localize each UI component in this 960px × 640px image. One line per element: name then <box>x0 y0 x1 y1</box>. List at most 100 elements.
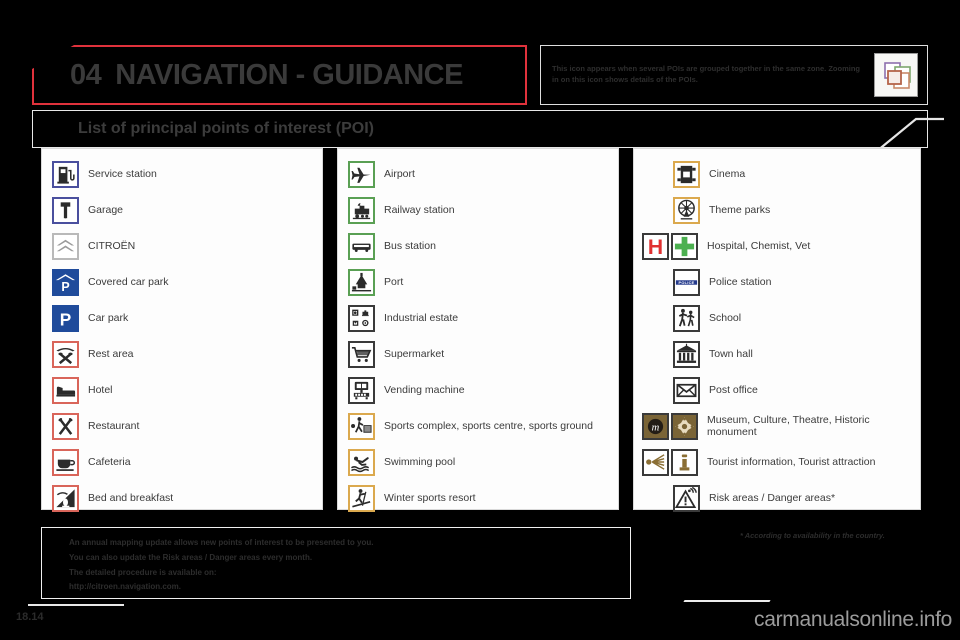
town-hall-icon <box>673 340 700 368</box>
poi-column-1: Service station Garage CITROËN P Covered car… <box>41 148 323 512</box>
grouped-poi-note: This icon appears when several POIs are … <box>540 45 928 105</box>
tourist-attraction-icon <box>642 448 669 476</box>
poi-list-1: Service station Garage CITROËN P Covered car… <box>42 149 322 516</box>
watermark: carmanualsonline.info <box>754 608 952 631</box>
historic-monument-icon <box>671 412 698 440</box>
poi-icon-group <box>642 448 698 476</box>
poi-icon-group: POLICE <box>673 268 700 296</box>
poi-icon-group <box>348 448 375 476</box>
risk-area-warning-icon <box>673 484 700 512</box>
footer-rule-right <box>683 600 771 602</box>
poi-label: Tourist information, Tourist attraction <box>707 455 876 468</box>
poi-icon-group <box>52 376 79 404</box>
poi-icon-group <box>348 412 375 440</box>
poi-label: Post office <box>709 383 758 396</box>
poi-icon-group <box>348 196 375 224</box>
poi-label: Railway station <box>384 203 455 216</box>
update-note-box: An annual mapping update allows new poin… <box>41 527 631 599</box>
poi-label: Cinema <box>709 167 746 180</box>
poi-icon-group <box>673 160 700 188</box>
poi-row: Winter sports resort <box>338 480 618 516</box>
poi-icon-group <box>673 340 700 368</box>
poi-icon-group <box>348 268 375 296</box>
poi-label: Industrial estate <box>384 311 459 324</box>
train-icon <box>348 196 375 224</box>
update-note-url[interactable]: http://citroen.navigation.com. <box>69 580 630 595</box>
poi-row: Tourist information, Tourist attraction <box>634 444 920 480</box>
industrial-estate-icon <box>348 304 375 332</box>
poi-label: Supermarket <box>384 347 445 360</box>
poi-label: Vending machine <box>384 383 465 396</box>
poi-icon-group <box>348 484 375 512</box>
svg-text:POLICE: POLICE <box>678 280 694 285</box>
poi-columns: Service station Garage CITROËN P Covered car… <box>41 148 921 512</box>
poi-label: Rest area <box>88 347 134 360</box>
chapter-title: NAVIGATION - GUIDANCE <box>115 58 463 91</box>
ferris-wheel-icon <box>673 196 700 224</box>
poi-row: Rest area <box>42 336 322 372</box>
poi-label: Hospital, Chemist, Vet <box>707 239 811 252</box>
update-note-line: An annual mapping update allows new poin… <box>69 538 374 547</box>
poi-label: Town hall <box>709 347 753 360</box>
airplane-icon <box>348 160 375 188</box>
vending-machine-icon <box>348 376 375 404</box>
poi-label: Risk areas / Danger areas* <box>709 491 836 504</box>
poi-row: Risk areas / Danger areas* <box>634 480 920 516</box>
poi-row: Vending machine <box>338 372 618 408</box>
hospital-h-icon: H <box>642 232 669 260</box>
poi-column-3: Cinema Theme parks H Hospital, Chemist, Vet… <box>633 148 921 512</box>
parking-icon: P <box>52 304 79 332</box>
poi-row: P Covered car park <box>42 264 322 300</box>
availability-footnote: * According to availability in the count… <box>740 531 885 540</box>
poi-label: Winter sports resort <box>384 491 476 504</box>
tourist-information-icon <box>671 448 698 476</box>
poi-icon-group <box>348 160 375 188</box>
poi-row: Swimming pool <box>338 444 618 480</box>
update-note-line: You can also update the Risk areas / Dan… <box>69 552 313 562</box>
cutlery-icon <box>52 412 79 440</box>
poi-row: Cafeteria <box>42 444 322 480</box>
poi-label: Car park <box>88 311 129 324</box>
poi-row: Bus station <box>338 228 618 264</box>
poi-row: Garage <box>42 192 322 228</box>
poi-row: Railway station <box>338 192 618 228</box>
police-icon: POLICE <box>673 268 700 296</box>
port-icon <box>348 268 375 296</box>
poi-row: Theme parks <box>634 192 920 228</box>
poi-row: Restaurant <box>42 408 322 444</box>
grouped-poi-icon <box>874 53 918 97</box>
footer-rule-left <box>28 604 124 606</box>
poi-row: H Hospital, Chemist, Vet <box>634 228 920 264</box>
poi-icon-group <box>673 484 700 512</box>
poi-label: Airport <box>384 167 415 180</box>
spanner-icon <box>52 196 79 224</box>
envelope-icon <box>673 376 700 404</box>
poi-icon-group <box>52 484 79 512</box>
coffee-cup-icon <box>52 448 79 476</box>
poi-column-2: Airport Railway station Bus station Port Ind… <box>337 148 619 512</box>
poi-icon-group <box>673 304 700 332</box>
chapter-number: 04 <box>70 58 102 91</box>
poi-label: Bus station <box>384 239 436 252</box>
poi-list-2: Airport Railway station Bus station Port Ind… <box>338 149 618 516</box>
manual-page: 04 NAVIGATION - GUIDANCE This icon appea… <box>0 0 960 640</box>
poi-row: Hotel <box>42 372 322 408</box>
poi-icon-group <box>52 232 79 260</box>
poi-row: Industrial estate <box>338 300 618 336</box>
poi-icon-group: P <box>52 304 79 332</box>
school-children-icon <box>673 304 700 332</box>
poi-label: Covered car park <box>88 275 169 288</box>
svg-text:m: m <box>652 422 660 433</box>
poi-label: Bed and breakfast <box>88 491 174 504</box>
poi-list-3: Cinema Theme parks H Hospital, Chemist, Vet… <box>634 149 920 516</box>
poi-row: Post office <box>634 372 920 408</box>
section-title-bar: List of principal points of interest (PO… <box>32 110 928 148</box>
section-title: List of principal points of interest (PO… <box>78 120 375 137</box>
grouped-poi-note-text: This icon appears when several POIs are … <box>552 64 860 84</box>
poi-row: Supermarket <box>338 336 618 372</box>
poi-icon-group <box>52 196 79 224</box>
poi-label: Service station <box>88 167 157 180</box>
poi-icon-group <box>348 376 375 404</box>
poi-icon-group <box>52 412 79 440</box>
poi-label: Police station <box>709 275 772 288</box>
